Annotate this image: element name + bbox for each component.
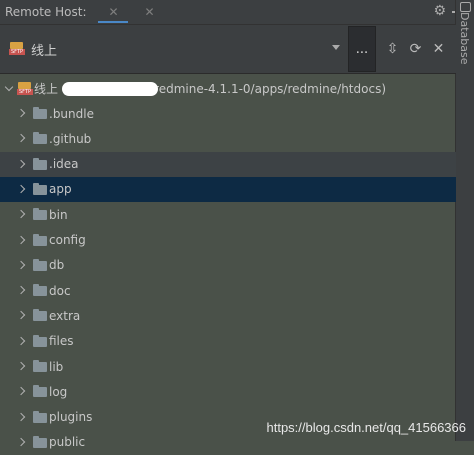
- tree-root-path: /redmine-4.1.1-0/apps/redmine/htdocs): [150, 81, 387, 96]
- close-icon[interactable]: ✕: [108, 5, 118, 19]
- tree-folder-row[interactable]: .bundle: [0, 101, 456, 126]
- chevron-right-icon[interactable]: [16, 260, 26, 270]
- tree-folder-row[interactable]: extra: [0, 303, 456, 328]
- remote-host-tab[interactable]: ✕: [92, 0, 134, 24]
- tree-folder-label: extra: [49, 308, 81, 323]
- chevron-down-icon[interactable]: [332, 45, 340, 50]
- tree-folder-row[interactable]: bin: [0, 202, 456, 227]
- server-name: 线上: [31, 43, 58, 59]
- tree-folder-row[interactable]: db: [0, 253, 456, 278]
- server-select[interactable]: SFTP 线上: [0, 25, 346, 73]
- folder-icon: [33, 360, 47, 372]
- sftp-server-icon: SFTP: [9, 42, 25, 56]
- chevron-right-icon[interactable]: [16, 209, 26, 219]
- tree-folder-row[interactable]: doc: [0, 278, 456, 303]
- more-button[interactable]: ...: [348, 26, 376, 72]
- folder-icon: [33, 132, 47, 145]
- folder-icon: [33, 334, 47, 347]
- tree-folder-label: .idea: [49, 157, 79, 172]
- chevron-right-icon[interactable]: [16, 437, 26, 447]
- chevron-right-icon[interactable]: [16, 387, 26, 396]
- tree-folder-label: files: [49, 334, 74, 349]
- folder-icon: [33, 107, 47, 119]
- chevron-right-icon[interactable]: [16, 108, 26, 118]
- chevron-down-icon[interactable]: [4, 82, 14, 92]
- folder-icon: [33, 208, 47, 221]
- folder-icon: [33, 284, 47, 297]
- remote-host-tab-2[interactable]: ✕: [134, 0, 164, 24]
- folder-icon: [33, 309, 47, 322]
- redacted-host: [62, 82, 158, 96]
- folder-icon: [33, 410, 47, 423]
- folder-icon: [33, 385, 47, 398]
- remote-file-tree: SFTP 线上 ( /redmine-4.1.1-0/apps/redmine/…: [0, 74, 456, 449]
- folder-icon: [33, 157, 47, 170]
- chevron-right-icon[interactable]: [16, 184, 26, 194]
- folder-icon: [33, 258, 47, 271]
- tree-folder-label: log: [49, 384, 68, 399]
- active-tab-indicator: [98, 21, 129, 23]
- folder-icon: [33, 435, 47, 448]
- close-icon[interactable]: ✕: [144, 5, 154, 19]
- sftp-server-icon: SFTP: [17, 82, 33, 96]
- chevron-right-icon[interactable]: [16, 336, 26, 345]
- folder-icon: [33, 182, 47, 195]
- panel-title: Remote Host:: [5, 5, 87, 19]
- tree-folder-label: bin: [49, 207, 68, 222]
- tree-root[interactable]: SFTP 线上 ( /redmine-4.1.1-0/apps/redmine/…: [0, 76, 456, 101]
- tree-folder-row[interactable]: log: [0, 379, 456, 404]
- tree-folder-row[interactable]: config: [0, 228, 456, 253]
- tree-folder-label: public: [49, 435, 86, 450]
- close-icon[interactable]: ✕: [427, 37, 450, 61]
- chevron-right-icon[interactable]: [16, 235, 26, 244]
- chevron-right-icon[interactable]: [16, 134, 26, 143]
- tree-folder-label: app: [49, 182, 72, 197]
- refresh-icon[interactable]: ⟳: [404, 37, 427, 61]
- chevron-right-icon[interactable]: [16, 412, 26, 421]
- watermark: https://blog.csdn.net/qq_41566366: [266, 420, 467, 435]
- tree-folder-row[interactable]: app: [0, 176, 456, 202]
- toolbar: SFTP 线上 ... ⇳ ⟳ ✕: [0, 25, 456, 74]
- chevron-right-icon[interactable]: [16, 159, 26, 168]
- collapse-icon[interactable]: ⇳: [381, 37, 404, 61]
- tree-folder-label: .github: [49, 131, 92, 146]
- gear-icon[interactable]: ⚙: [433, 3, 446, 19]
- tree-folder-label: config: [49, 233, 86, 247]
- side-tool-strip: Database: [455, 0, 474, 441]
- tree-folder-row[interactable]: .github: [0, 126, 456, 151]
- tree-folder-row[interactable]: .idea: [0, 151, 456, 177]
- database-tool-tab[interactable]: Database: [458, 12, 471, 65]
- chevron-right-icon[interactable]: [16, 311, 26, 320]
- tree-folder-row[interactable]: files: [0, 329, 456, 354]
- folder-icon: [33, 233, 47, 246]
- chevron-right-icon[interactable]: [16, 285, 26, 295]
- remote-host-header: Remote Host: ✕ ✕: [0, 0, 456, 25]
- chevron-right-icon[interactable]: [16, 361, 26, 371]
- tree-folder-label: plugins: [49, 410, 93, 425]
- tree-folder-label: doc: [49, 283, 71, 298]
- database-icon[interactable]: [460, 2, 471, 12]
- tree-folder-row[interactable]: lib: [0, 354, 456, 379]
- tree-folder-label: db: [49, 258, 65, 273]
- tree-folder-label: lib: [49, 359, 64, 374]
- tree-folder-label: .bundle: [49, 106, 94, 121]
